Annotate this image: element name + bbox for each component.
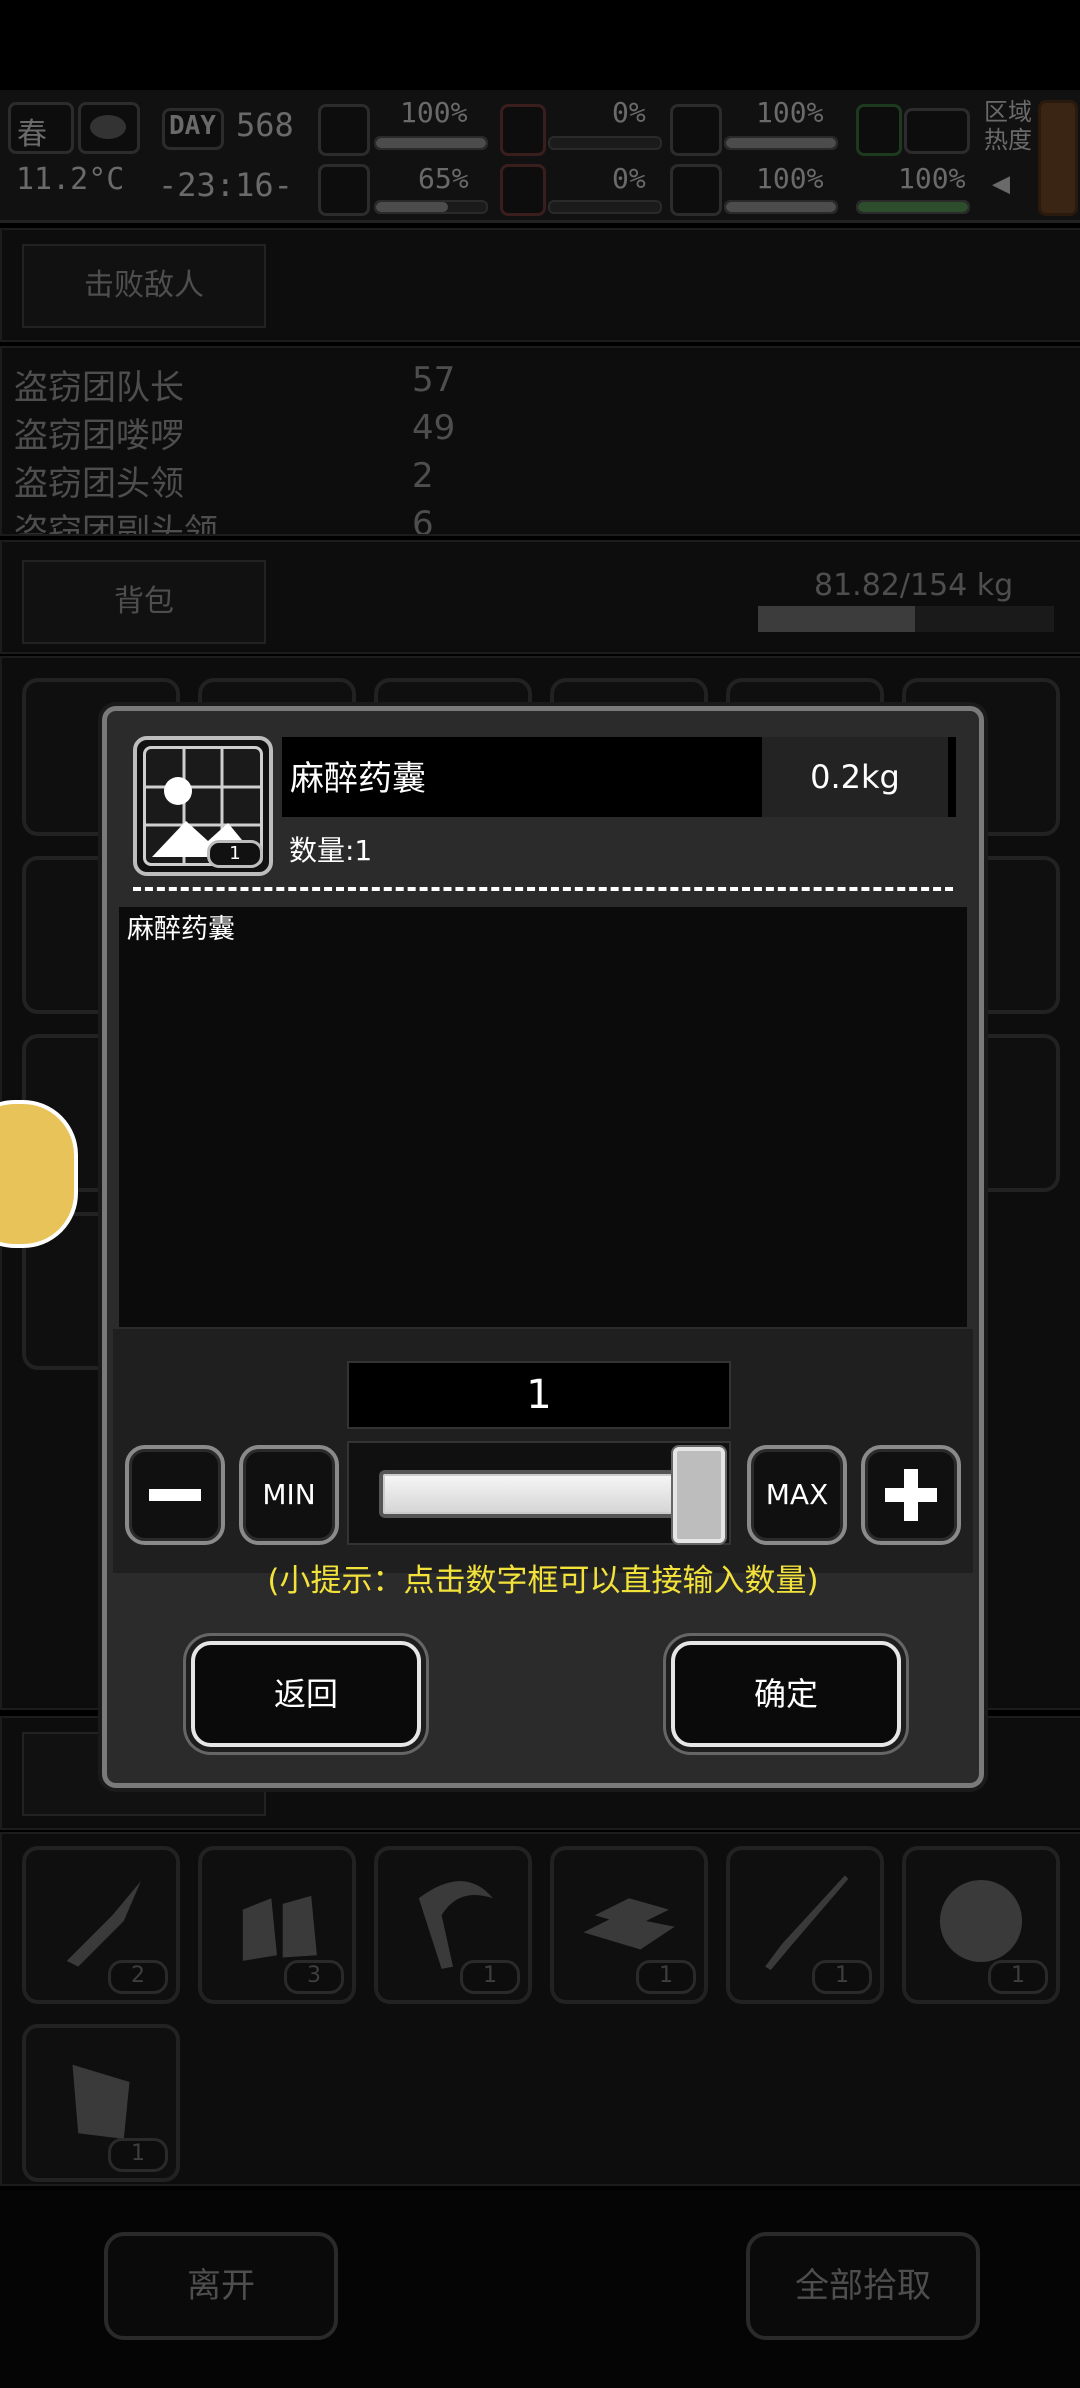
health-bar — [374, 136, 488, 150]
stamina-bar — [856, 200, 970, 214]
enemy-name: 盗窃团喽啰 — [14, 416, 184, 456]
minus-icon — [149, 1489, 201, 1501]
slider-handle[interactable] — [673, 1447, 725, 1543]
enemy-list: 盗窃团队长 57 盗窃团喽啰 49 盗窃团头领 2 盗窃团副头领 6 — [0, 346, 1080, 536]
hunger-bar — [724, 136, 838, 150]
brain-icon — [318, 164, 370, 216]
item-description: 麻醉药囊 — [127, 914, 235, 945]
loot-grid: 2 3 1 1 1 1 1 — [0, 1832, 1080, 2186]
medkit-icon — [318, 104, 370, 156]
mood-bar — [724, 200, 838, 214]
loot-slot-knife[interactable]: 2 — [22, 1846, 180, 2004]
sanity-bar — [374, 200, 488, 214]
tab-backpack[interactable]: 背包 — [22, 560, 266, 644]
enemy-count: 2 — [412, 456, 434, 496]
thumbnail-count: 1 — [207, 840, 263, 868]
stamina-value: 100% — [898, 162, 966, 195]
season-text: 春 — [17, 117, 47, 152]
bleed-icon — [500, 104, 546, 156]
enemy-count: 57 — [412, 360, 456, 400]
item-name: 麻醉药囊 — [290, 759, 426, 799]
item-name-bar: 麻醉药囊 0.2kg — [282, 737, 956, 817]
quantity-input[interactable]: 1 — [347, 1361, 731, 1429]
slot-count: 1 — [460, 1960, 520, 1994]
back-button[interactable]: 返回 — [191, 1641, 421, 1747]
sanity-value: 65% — [418, 162, 469, 195]
region-heat-label: 区域热度 — [984, 98, 1032, 154]
loot-slot-cloth[interactable]: 1 — [22, 2024, 180, 2182]
slider-fill — [379, 1470, 679, 1518]
blood-drop-icon — [500, 164, 546, 216]
item-weight: 0.2kg — [762, 737, 948, 817]
enemy-name: 盗窃团队长 — [14, 368, 184, 408]
enemy-count: 49 — [412, 408, 456, 448]
speaker-icon[interactable]: ◀ — [992, 166, 1010, 201]
tab-defeated-enemies[interactable]: 击败敌人 — [22, 244, 266, 328]
clock-text: -23:16- — [158, 166, 293, 204]
assistant-avatar[interactable] — [0, 1100, 78, 1248]
stomach-icon — [670, 104, 722, 156]
infection-bar — [548, 200, 662, 214]
infection-value: 0% — [612, 162, 646, 195]
day-number: 568 — [236, 106, 294, 144]
season-badge: 春 — [8, 102, 74, 154]
backpack-tab-bar: 背包 81.82/154 kg — [0, 540, 1080, 654]
min-button[interactable]: MIN — [239, 1445, 339, 1545]
slot-count: 2 — [108, 1960, 168, 1994]
confirm-button[interactable]: 确定 — [671, 1641, 901, 1747]
enemy-count: 6 — [412, 504, 434, 536]
take-all-button[interactable]: 全部拾取 — [746, 2232, 980, 2340]
loot-slot-screwdriver[interactable]: 1 — [726, 1846, 884, 2004]
temperature-text: 11.2°C — [16, 162, 125, 197]
heat-meter — [1038, 100, 1078, 216]
weather-icon — [78, 102, 140, 154]
enemy-name: 盗窃团副头领 — [14, 512, 218, 536]
hint-text: (小提示：点击数字框可以直接输入数量) — [267, 1563, 819, 1599]
slot-count: 1 — [636, 1960, 696, 1994]
leave-button[interactable]: 离开 — [104, 2232, 338, 2340]
health-value: 100% — [400, 96, 468, 129]
item-quantity-dialog: 1 麻醉药囊 0.2kg 数量:1 麻醉药囊 1 MIN MAX (小提示：点击… — [102, 706, 984, 1788]
footer: 离开 全部拾取 — [0, 2190, 1080, 2388]
description-area: 麻醉药囊 — [119, 907, 967, 1327]
day-label: DAY — [162, 108, 224, 150]
enemy-tab-bar: 击败敌人 — [0, 228, 1080, 342]
item-thumbnail: 1 — [133, 736, 273, 876]
loot-slot-sickle[interactable]: 1 — [374, 1846, 532, 2004]
mood-value: 100% — [756, 162, 824, 195]
loot-slot-boots[interactable]: 3 — [198, 1846, 356, 2004]
bleed-value: 0% — [612, 96, 646, 129]
loot-slot-tiger-hat[interactable]: 1 — [902, 1846, 1060, 2004]
enemy-name: 盗窃团头领 — [14, 464, 184, 504]
quantity-slider[interactable] — [347, 1441, 731, 1545]
menu-lines-icon[interactable] — [904, 108, 970, 154]
bleed-bar — [548, 136, 662, 150]
stamina-icon — [856, 104, 902, 156]
plus-icon — [885, 1469, 937, 1521]
status-bar: 春 11.2°C DAY 568 -23:16- 100% 65% 0% 0% … — [0, 90, 1080, 223]
loot-slot-iron[interactable]: 1 — [550, 1846, 708, 2004]
decrease-button[interactable] — [125, 1445, 225, 1545]
slot-count: 1 — [108, 2138, 168, 2172]
slot-count: 1 — [988, 1960, 1048, 1994]
backpack-weight: 81.82/154 kg — [814, 568, 1014, 603]
slot-count: 1 — [812, 1960, 872, 1994]
quantity-label: 数量:1 — [289, 834, 373, 867]
max-button[interactable]: MAX — [747, 1445, 847, 1545]
increase-button[interactable] — [861, 1445, 961, 1545]
weight-bar — [758, 606, 1054, 632]
slot-count: 3 — [284, 1960, 344, 1994]
divider — [133, 887, 953, 891]
hunger-value: 100% — [756, 96, 824, 129]
heart-icon — [670, 164, 722, 216]
